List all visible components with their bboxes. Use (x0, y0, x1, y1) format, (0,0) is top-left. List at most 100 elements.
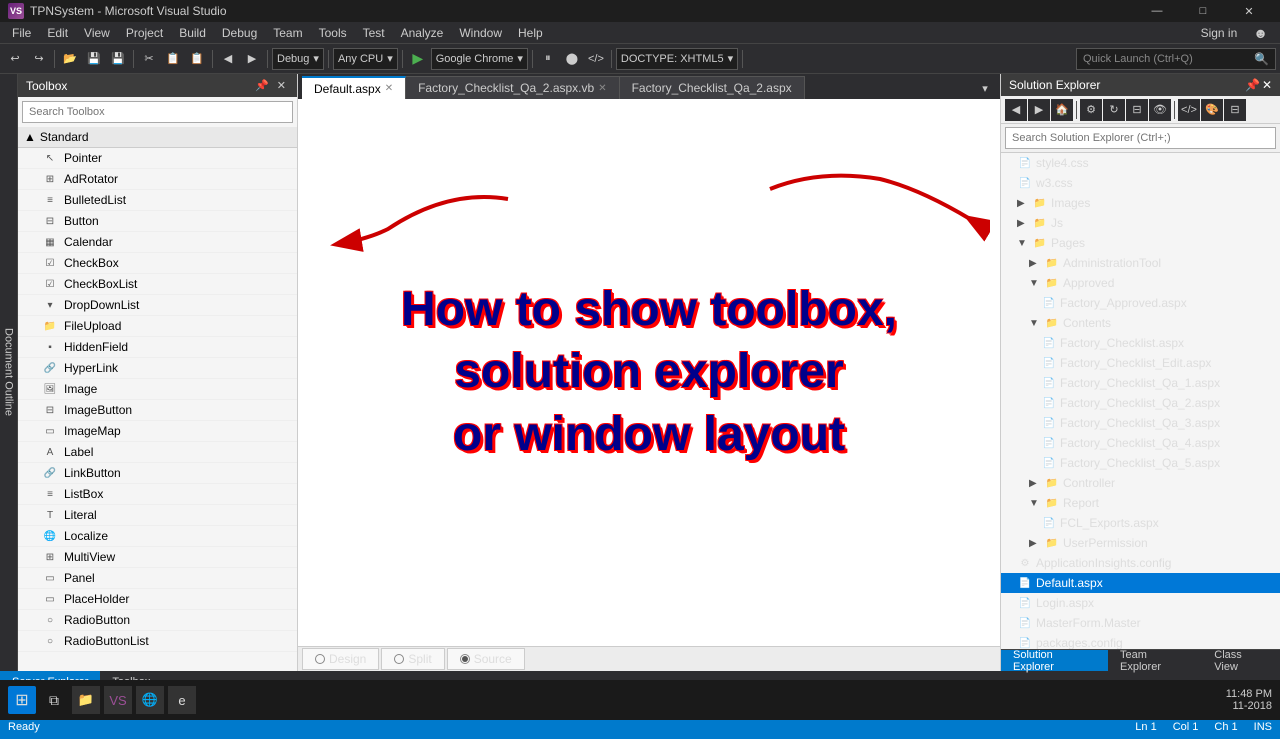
forward-button[interactable]: ▶ (241, 48, 263, 70)
save-button[interactable]: 💾 (83, 48, 105, 70)
toolbox-search-input[interactable] (22, 101, 293, 123)
tree-item-images[interactable]: ▶📁Images (1001, 193, 1280, 213)
toolbox-item-hiddenfield[interactable]: ▪HiddenField (18, 337, 297, 358)
toolbox-item-label[interactable]: ALabel (18, 442, 297, 463)
toolbox-item-multiview[interactable]: ⊞MultiView (18, 547, 297, 568)
taskbar-vs[interactable]: VS (104, 686, 132, 714)
taskbar-file-explorer[interactable]: 📁 (72, 686, 100, 714)
se-tab-team-explorer[interactable]: Team Explorer (1108, 650, 1202, 671)
se-home-button[interactable]: 🏠 (1051, 99, 1073, 121)
redo-button[interactable]: ↪ (28, 48, 50, 70)
tree-item-checklist-qa3[interactable]: 📄Factory_Checklist_Qa_3.aspx (1001, 413, 1280, 433)
tree-item-pages[interactable]: ▼📁Pages (1001, 233, 1280, 253)
taskview-button[interactable]: ⧉ (40, 686, 68, 714)
paste-button[interactable]: 📋 (186, 48, 208, 70)
tree-item-appinsights[interactable]: ⚙ApplicationInsights.config (1001, 553, 1280, 573)
tree-item-w3[interactable]: 📄w3.css (1001, 173, 1280, 193)
tree-item-js[interactable]: ▶📁Js (1001, 213, 1280, 233)
save-all-button[interactable]: 💾 (107, 48, 129, 70)
start-button[interactable]: ⊞ (8, 686, 36, 714)
se-refresh-button[interactable]: ↻ (1103, 99, 1125, 121)
se-back-button[interactable]: ◀ (1005, 99, 1027, 121)
toolbox-item-dropdownlist[interactable]: ▾DropDownList (18, 295, 297, 316)
feedback-icon[interactable]: ☻ (1245, 23, 1276, 43)
menu-file[interactable]: File (4, 24, 39, 42)
toolbox-item-placeholder[interactable]: ▭PlaceHolder (18, 589, 297, 610)
doctype-dropdown[interactable]: DOCTYPE: XHTML5 ▾ (616, 48, 738, 70)
editor-content[interactable]: How to show toolbox, solution explorer o… (298, 99, 1000, 646)
toolbox-item-imagemap[interactable]: ▭ImageMap (18, 421, 297, 442)
breakpoint-button[interactable]: ⬤ (561, 48, 583, 70)
se-collapse-button[interactable]: ⊟ (1126, 99, 1148, 121)
se-pin-button[interactable]: 📌 (1245, 78, 1260, 92)
toolbox-item-linkbutton[interactable]: 🔗LinkButton (18, 463, 297, 484)
se-filter-button[interactable]: ⊟ (1224, 99, 1246, 121)
se-designer-button[interactable]: 🎨 (1201, 99, 1223, 121)
quick-launch[interactable]: Quick Launch (Ctrl+Q) 🔍 (1076, 48, 1276, 70)
toolbox-item-localize[interactable]: 🌐Localize (18, 526, 297, 547)
tree-item-checklist-qa4[interactable]: 📄Factory_Checklist_Qa_4.aspx (1001, 433, 1280, 453)
platform-dropdown[interactable]: Any CPU ▾ (333, 48, 398, 70)
split-tab[interactable]: Split (381, 648, 444, 670)
toolbox-item-checkboxlist[interactable]: ☑CheckBoxList (18, 274, 297, 295)
menu-analyze[interactable]: Analyze (393, 24, 452, 42)
toolbox-item-calendar[interactable]: ▦Calendar (18, 232, 297, 253)
attach-button[interactable]: ⏸ (537, 48, 559, 70)
menu-test[interactable]: Test (355, 24, 393, 42)
menu-window[interactable]: Window (451, 24, 510, 42)
tree-item-default-aspx[interactable]: 📄Default.aspx (1001, 573, 1280, 593)
tree-item-controller[interactable]: ▶📁Controller (1001, 473, 1280, 493)
tree-item-fcl-exports[interactable]: 📄FCL_Exports.aspx (1001, 513, 1280, 533)
se-settings-button[interactable]: ⚙ (1080, 99, 1102, 121)
toolbox-close-button[interactable]: ✕ (274, 78, 289, 93)
tab-factory-qa2[interactable]: Factory_Checklist_Qa_2.aspx (620, 76, 805, 99)
tree-item-contents[interactable]: ▼📁Contents (1001, 313, 1280, 333)
menu-view[interactable]: View (76, 24, 118, 42)
browser-dropdown[interactable]: Google Chrome ▾ (431, 48, 528, 70)
maximize-button[interactable]: □ (1180, 0, 1226, 22)
tab-factory-qa2-vb[interactable]: Factory_Checklist_Qa_2.aspx.vb ✕ (406, 76, 619, 99)
cut-button[interactable]: ✂ (138, 48, 160, 70)
tab-close-default[interactable]: ✕ (385, 83, 393, 94)
tab-close-qa2vb[interactable]: ✕ (598, 83, 606, 94)
toolbox-item-listbox[interactable]: ≡ListBox (18, 484, 297, 505)
source-tab[interactable]: Source (447, 648, 525, 670)
toolbox-item-hyperlink[interactable]: 🔗HyperLink (18, 358, 297, 379)
se-search-input[interactable] (1005, 127, 1276, 149)
menu-build[interactable]: Build (171, 24, 214, 42)
menu-help[interactable]: Help (510, 24, 551, 42)
se-view-code-button[interactable]: </> (1178, 99, 1200, 121)
taskbar-ie[interactable]: e (168, 686, 196, 714)
tree-item-checklist-qa1[interactable]: 📄Factory_Checklist_Qa_1.aspx (1001, 373, 1280, 393)
code-view-button[interactable]: </> (585, 48, 607, 70)
toolbox-item-imagebutton[interactable]: ⊟ImageButton (18, 400, 297, 421)
doc-outline-tab[interactable]: Document Outline (0, 74, 18, 671)
toolbox-item-bulletedlist[interactable]: ≡BulletedList (18, 190, 297, 211)
copy-button[interactable]: 📋 (162, 48, 184, 70)
toolbox-item-adrotator[interactable]: ⊞AdRotator (18, 169, 297, 190)
toolbox-item-checkbox[interactable]: ☑CheckBox (18, 253, 297, 274)
tree-item-admintool[interactable]: ▶📁AdministrationTool (1001, 253, 1280, 273)
open-file-button[interactable]: 📂 (59, 48, 81, 70)
tree-item-checklist-qa5[interactable]: 📄Factory_Checklist_Qa_5.aspx (1001, 453, 1280, 473)
menu-edit[interactable]: Edit (39, 24, 76, 42)
sign-in-button[interactable]: Sign in (1193, 24, 1246, 42)
tree-item-style4[interactable]: 📄style4.css (1001, 153, 1280, 173)
tab-arrow-button[interactable]: ▾ (974, 77, 996, 99)
toolbox-item-radiobuttonlist[interactable]: ○RadioButtonList (18, 631, 297, 652)
menu-project[interactable]: Project (118, 24, 171, 42)
menu-debug[interactable]: Debug (214, 24, 265, 42)
se-close-button[interactable]: ✕ (1262, 78, 1272, 92)
menu-team[interactable]: Team (265, 24, 310, 42)
se-show-all-button[interactable]: 👁 (1149, 99, 1171, 121)
tree-item-packages[interactable]: 📄packages.config (1001, 633, 1280, 649)
back-button[interactable]: ◀ (217, 48, 239, 70)
tree-item-approved[interactable]: ▼📁Approved (1001, 273, 1280, 293)
se-tab-class-view[interactable]: Class View (1202, 650, 1280, 671)
taskbar-chrome[interactable]: 🌐 (136, 686, 164, 714)
tree-item-report[interactable]: ▼📁Report (1001, 493, 1280, 513)
tree-item-checklist-qa2[interactable]: 📄Factory_Checklist_Qa_2.aspx (1001, 393, 1280, 413)
tree-item-factory-approved[interactable]: 📄Factory_Approved.aspx (1001, 293, 1280, 313)
toolbox-item-literal[interactable]: TLiteral (18, 505, 297, 526)
toolbox-pin-button[interactable]: 📌 (252, 78, 272, 93)
